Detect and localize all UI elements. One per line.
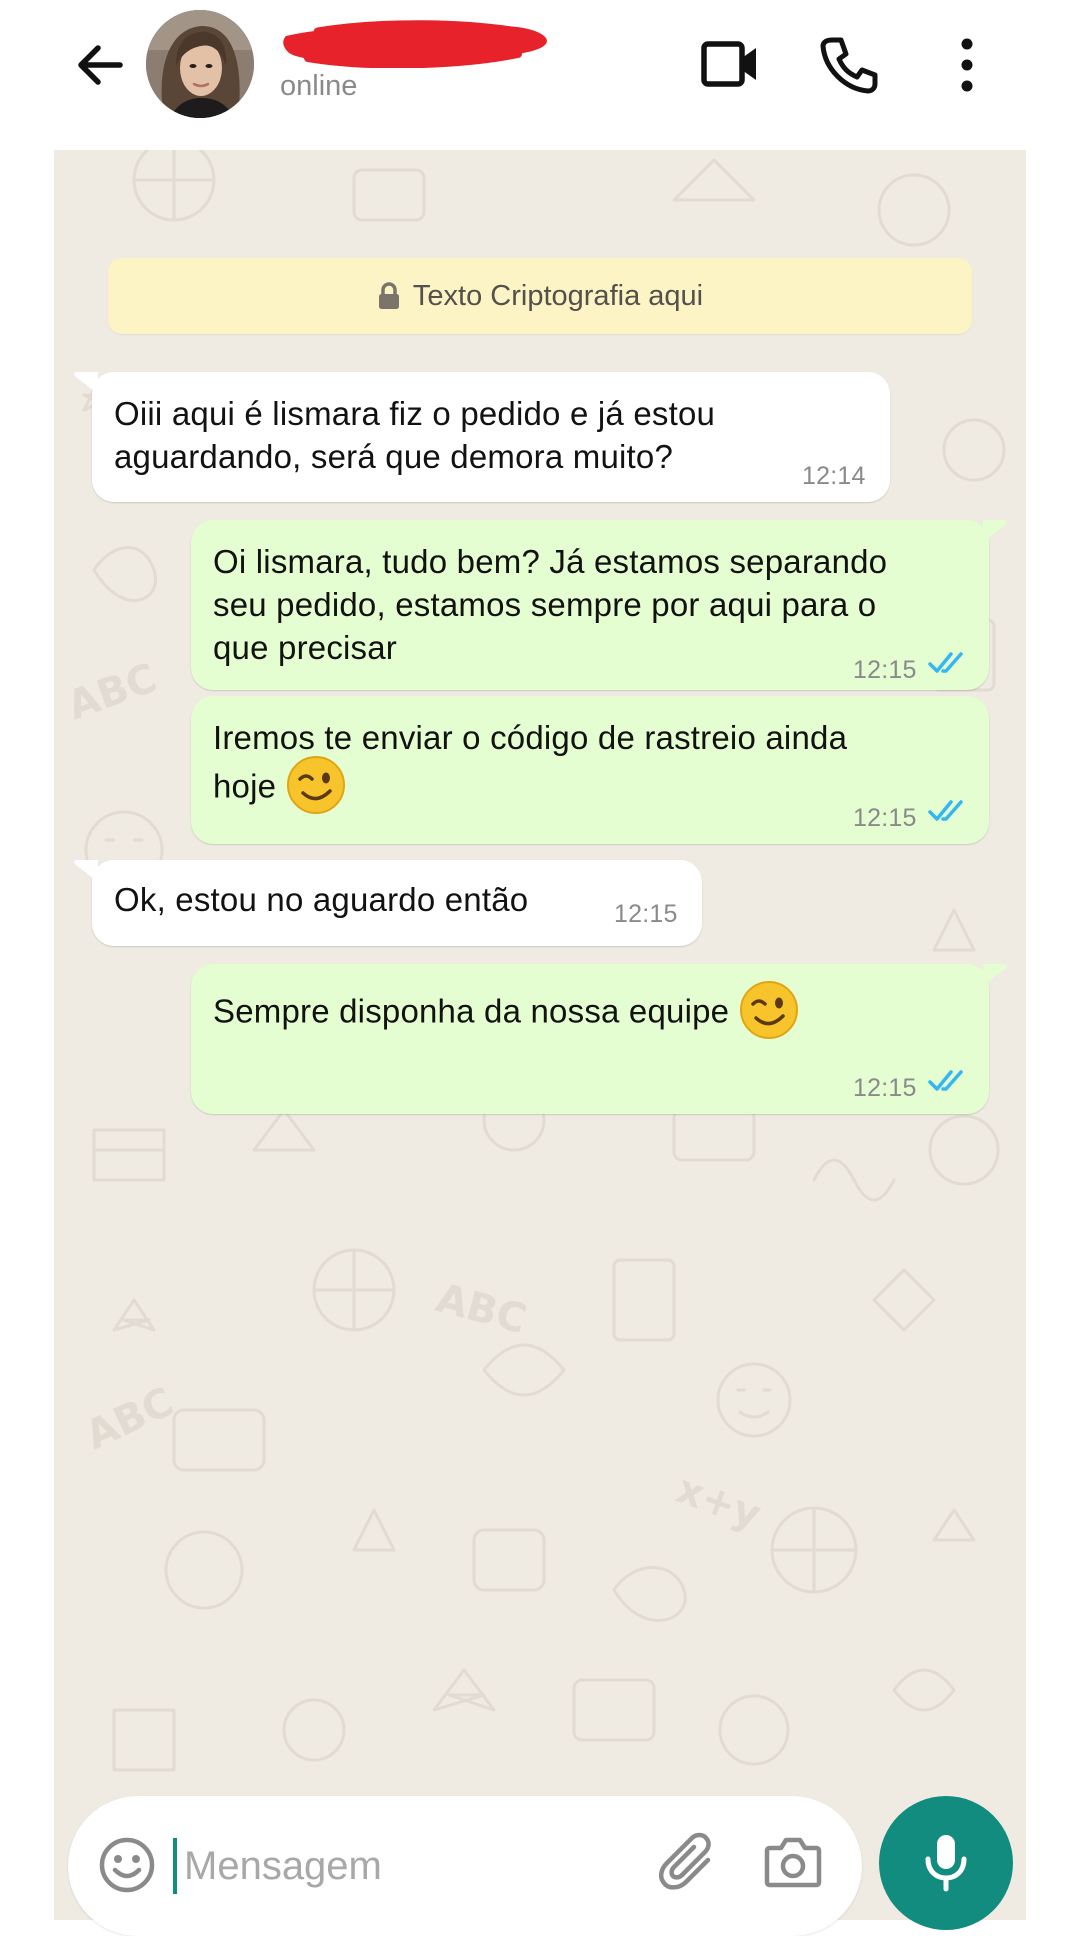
- paperclip-icon[interactable]: [658, 1830, 722, 1894]
- camera-icon[interactable]: [764, 1834, 822, 1890]
- chat-header: online: [0, 0, 1080, 150]
- svg-text:ABC: ABC: [79, 1379, 181, 1459]
- double-check-read-icon: [928, 800, 963, 821]
- message-time: 12:15: [853, 804, 917, 832]
- contact-avatar[interactable]: [146, 10, 254, 118]
- more-options-icon[interactable]: [950, 36, 984, 94]
- contact-name-redaction[interactable]: [278, 18, 553, 68]
- voice-record-button[interactable]: [879, 1796, 1013, 1930]
- encryption-notice[interactable]: Texto Criptografia aqui: [108, 258, 972, 334]
- svg-text:ABC: ABC: [62, 655, 163, 729]
- message-time: 12:15: [614, 900, 678, 928]
- back-arrow-icon[interactable]: [70, 35, 130, 95]
- message-time: 12:15: [853, 1074, 917, 1102]
- message-composer: [68, 1796, 862, 1936]
- winking-face-emoji: [286, 756, 345, 814]
- message-time: 12:14: [802, 462, 866, 490]
- double-check-read-icon: [928, 1070, 963, 1091]
- message-bubble-incoming[interactable]: Oiii aqui é lismara fiz o pedido e já es…: [74, 372, 890, 502]
- svg-text:x+y: x+y: [671, 1466, 767, 1538]
- video-call-icon[interactable]: [700, 36, 760, 92]
- encryption-notice-text: Texto Criptografia aqui: [412, 279, 704, 312]
- message-text: Ok, estou no aguardo então: [114, 881, 529, 918]
- winking-face-emoji: [739, 981, 798, 1039]
- message-text: Oiii aqui é lismara fiz o pedido e já es…: [114, 395, 716, 475]
- message-input[interactable]: [180, 1836, 544, 1896]
- double-check-read-icon: [928, 652, 963, 673]
- message-bubble-incoming[interactable]: Ok, estou no aguardo então 12:15: [74, 860, 702, 946]
- svg-text:ABC: ABC: [431, 1275, 531, 1343]
- lock-icon: [378, 282, 399, 309]
- message-bubble-outgoing[interactable]: Oi lismara, tudo bem? Já estamos separan…: [191, 520, 1007, 690]
- message-text: Iremos te enviar o código de rastreio ai…: [213, 716, 847, 819]
- text-caret: [173, 1838, 177, 1894]
- voice-call-icon[interactable]: [818, 34, 878, 94]
- message-time: 12:15: [853, 656, 917, 684]
- microphone-icon: [925, 1835, 967, 1892]
- message-text: Oi lismara, tudo bem? Já estamos separan…: [213, 543, 888, 666]
- contact-status: online: [280, 70, 358, 102]
- message-text: Sempre disponha da nossa equipe: [213, 981, 799, 1044]
- message-bubble-outgoing[interactable]: Sempre disponha da nossa equipe 12:15: [191, 964, 1007, 1114]
- emoji-picker-icon[interactable]: [98, 1836, 156, 1894]
- chat-area[interactable]: ABC ABC ABC x+y Texto Criptografia aqui …: [54, 150, 1026, 1920]
- message-bubble-outgoing[interactable]: Iremos te enviar o código de rastreio ai…: [191, 696, 989, 844]
